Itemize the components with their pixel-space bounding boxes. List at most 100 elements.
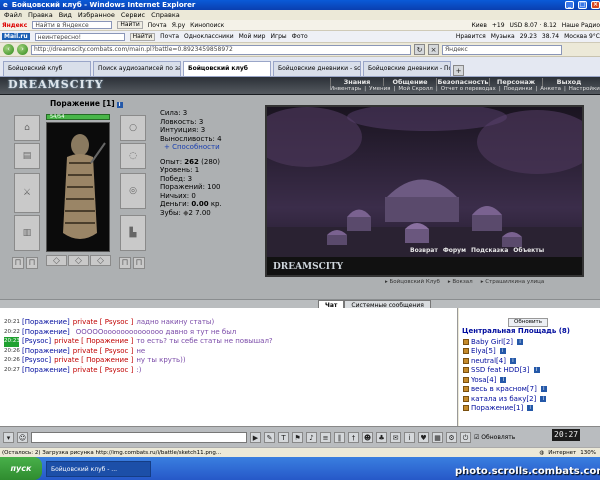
nav-communication[interactable]: Общение xyxy=(383,78,436,86)
room-user[interactable]: Поражение[1] i xyxy=(459,404,547,414)
scene-objects-link[interactable]: Объекты xyxy=(513,247,544,254)
friends-icon[interactable]: ☻ xyxy=(362,431,373,443)
back-button[interactable]: ‹ xyxy=(3,44,14,55)
chat-tab[interactable]: Чат xyxy=(318,300,345,308)
shield-slot[interactable]: ◎ xyxy=(120,173,146,209)
bracer-slot[interactable]: ▤ xyxy=(14,143,40,169)
clear-icon[interactable]: ✎ xyxy=(264,431,275,443)
scene-hint-link[interactable]: Подсказка xyxy=(471,247,508,254)
belt-slot-4[interactable]: ⊓ xyxy=(133,257,145,269)
message-author[interactable]: [Поражение] xyxy=(22,328,70,338)
logout-icon[interactable]: ⏻ xyxy=(460,431,471,443)
scene-back-link[interactable]: Возврат xyxy=(410,247,438,254)
sword-icon[interactable]: † xyxy=(348,431,359,443)
hp-tool-icon[interactable]: ♥ xyxy=(418,431,429,443)
nav-settings[interactable]: Настройки xyxy=(569,86,600,92)
map-icon[interactable]: ▦ xyxy=(432,431,443,443)
info-icon[interactable]: i xyxy=(533,367,540,374)
info-icon[interactable]: i xyxy=(499,348,506,355)
nav-inventory[interactable]: Инвентарь xyxy=(330,86,361,92)
mailru-games-link[interactable]: Игры xyxy=(270,33,286,40)
nav-profile[interactable]: Анкета xyxy=(540,86,561,92)
character-name[interactable]: Поражение [1] i xyxy=(50,99,123,108)
usd-rate[interactable]: USD 8.07 · 8.12 xyxy=(510,22,557,29)
stop-icon[interactable]: × xyxy=(428,44,439,55)
room-user[interactable]: катала из баку[2] i xyxy=(459,394,547,404)
mailru-myworld-link[interactable]: Мой мир xyxy=(239,33,266,40)
auto-refresh-checkbox[interactable]: ☑ Обновлять xyxy=(474,434,515,441)
mailru-search-input[interactable]: неинтересно! xyxy=(34,32,125,41)
message-author[interactable]: [Поражение] xyxy=(22,347,70,357)
info-icon[interactable]: i xyxy=(509,357,516,364)
nav-character[interactable]: Персонаж xyxy=(489,78,542,86)
refresh-icon[interactable]: ↻ xyxy=(414,44,425,55)
menu-help[interactable]: Справка xyxy=(151,11,180,19)
info-icon[interactable]: i xyxy=(517,338,524,345)
menu-favorites[interactable]: Избранное xyxy=(78,11,115,19)
menu-edit[interactable]: Правка xyxy=(28,11,53,19)
taskbar-item-fightclub[interactable]: Бойцовский клуб - ... xyxy=(46,460,151,477)
forward-button[interactable]: › xyxy=(17,44,28,55)
room-user[interactable]: Baby Girl[2] i xyxy=(459,337,547,347)
tab-diaries-1[interactable]: Бойцовские дневники - sch... xyxy=(273,61,361,76)
user-name[interactable]: катала из баку[2] xyxy=(471,395,536,403)
nav-my-scroll[interactable]: Мой Скролл xyxy=(398,86,432,92)
location-fightclub[interactable]: ▸ Бойцовский Клуб xyxy=(385,279,440,285)
armor-slot[interactable]: ▥ xyxy=(14,215,40,251)
settings-icon[interactable]: ⚙ xyxy=(446,431,457,443)
mailru-music-link[interactable]: Музыка xyxy=(491,33,515,40)
mailru-like-link[interactable]: Нравится xyxy=(456,33,486,40)
refresh-button[interactable]: Обновить xyxy=(508,318,548,327)
tab-audio-search[interactable]: Поиск аудиозаписей по запр... xyxy=(93,61,181,76)
message-private-tag[interactable]: private [ Psysoc ] xyxy=(73,347,134,357)
helmet-slot[interactable]: ⌂ xyxy=(14,115,40,141)
translit-icon[interactable]: T xyxy=(278,431,289,443)
message-private-tag[interactable]: private [ Psysoc ] xyxy=(73,318,134,328)
yandex-search-input[interactable]: Найти в Яндексе xyxy=(32,21,113,29)
scene-forum-link[interactable]: Форум xyxy=(443,247,466,254)
ring-slot-3[interactable]: ◇ xyxy=(90,255,111,266)
nav-exit[interactable]: Выход xyxy=(542,78,595,86)
location-station[interactable]: ▸ Вокзал xyxy=(448,279,473,285)
mail-icon[interactable]: ✉ xyxy=(390,431,401,443)
boots-slot[interactable]: ▙ xyxy=(120,215,146,251)
smile-icon[interactable]: ☺ xyxy=(17,431,28,443)
sound-icon[interactable]: ♪ xyxy=(306,431,317,443)
chat-input[interactable] xyxy=(31,431,247,443)
message-private-tag[interactable]: private [ Psysoc ] xyxy=(73,366,134,376)
yandex-kinopoisk-link[interactable]: Кинопоиск xyxy=(190,22,224,29)
message-author[interactable]: [Psysoc] xyxy=(22,337,51,347)
message-author[interactable]: [Поражение] xyxy=(22,318,70,328)
scroll-icon[interactable]: ≡ xyxy=(320,431,331,443)
page-search-input[interactable]: Яндекс xyxy=(442,44,562,55)
clan-icon[interactable]: ♣ xyxy=(376,431,387,443)
info-icon[interactable]: i xyxy=(540,386,547,393)
room-user[interactable]: весь в красном[7] i xyxy=(459,385,547,395)
info-icon[interactable]: i xyxy=(500,376,507,383)
mailru-ok-link[interactable]: Одноклассники xyxy=(184,33,234,40)
menu-file[interactable]: Файл xyxy=(4,11,22,19)
info-icon[interactable]: i xyxy=(527,405,534,412)
room-user[interactable]: SSD feat HDD[3] i xyxy=(459,366,547,376)
nav-transfers[interactable]: Отчет о переводах xyxy=(441,86,496,92)
menu-tools[interactable]: Сервис xyxy=(121,11,145,19)
pause-icon[interactable]: ∥ xyxy=(334,431,345,443)
room-user[interactable]: Elya[5] i xyxy=(459,347,547,357)
user-name[interactable]: Yosa[4] xyxy=(471,376,496,384)
ring-slot-2[interactable]: ◇ xyxy=(68,255,89,266)
info-icon[interactable]: i xyxy=(540,395,547,402)
url-input[interactable]: http://dreamscity.combats.com/main.pl?ba… xyxy=(31,44,411,55)
user-name[interactable]: Baby Girl[2] xyxy=(471,338,513,346)
belt-slot-2[interactable]: ⊓ xyxy=(26,257,38,269)
room-user[interactable]: neutral[4] i xyxy=(459,356,547,366)
close-button[interactable]: × xyxy=(591,1,600,9)
nav-knowledge[interactable]: Знания xyxy=(330,78,383,86)
radio-link[interactable]: Наше Радио xyxy=(562,22,600,29)
maximize-button[interactable]: □ xyxy=(578,1,587,9)
nav-fights[interactable]: Поединки xyxy=(504,86,533,92)
location-scary-street[interactable]: ▸ Страшилкина улица xyxy=(481,279,545,285)
user-name[interactable]: Elya[5] xyxy=(471,347,496,355)
necklace-slot[interactable]: ◌ xyxy=(120,143,146,169)
chat-options-icon[interactable]: ▾ xyxy=(3,431,14,443)
message-author[interactable]: [Psysoc] xyxy=(22,356,51,366)
